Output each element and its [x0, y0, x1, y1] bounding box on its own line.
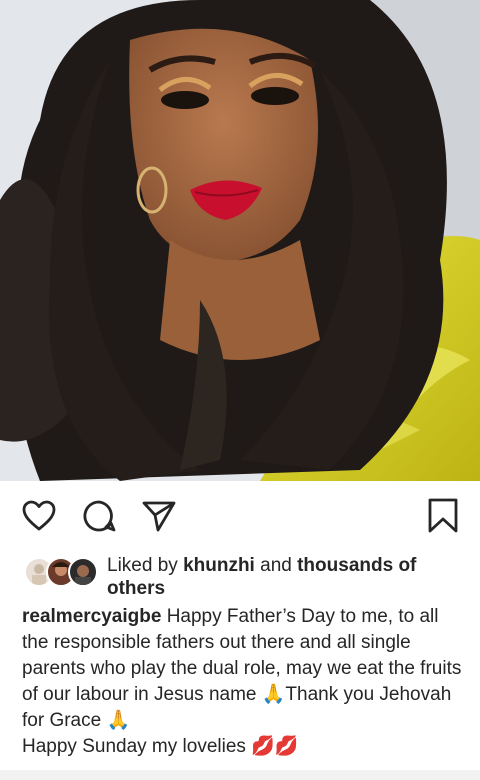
bottom-divider — [0, 770, 480, 780]
avatar[interactable] — [68, 557, 98, 587]
likes-row: Liked by khunzhi and thousands of others — [0, 551, 480, 601]
caption-text-3: Happy Sunday my lovelies — [22, 736, 246, 757]
likes-prefix: Liked by — [107, 555, 178, 576]
post-photo[interactable] — [0, 0, 480, 481]
post-actions-bar — [0, 481, 480, 551]
likes-and: and — [260, 555, 292, 576]
bookmark-icon[interactable] — [424, 497, 462, 535]
pray-emoji: 🙏 — [106, 710, 131, 731]
kiss-emoji: 💋💋 — [251, 736, 299, 757]
post-photo-illustration — [0, 0, 480, 481]
post-caption: realmercyaigbe Happy Father’s Day to me,… — [0, 604, 480, 760]
likes-summary[interactable]: Liked by khunzhi and thousands of others — [107, 554, 457, 600]
liker-avatars — [24, 557, 98, 587]
comment-bubble-icon[interactable] — [80, 497, 118, 535]
liker-username[interactable]: khunzhi — [183, 555, 255, 576]
heart-outline-icon[interactable] — [20, 497, 58, 535]
pray-emoji: 🙏 — [261, 684, 286, 705]
caption-username[interactable]: realmercyaigbe — [22, 606, 161, 627]
paper-plane-icon[interactable] — [140, 497, 178, 535]
